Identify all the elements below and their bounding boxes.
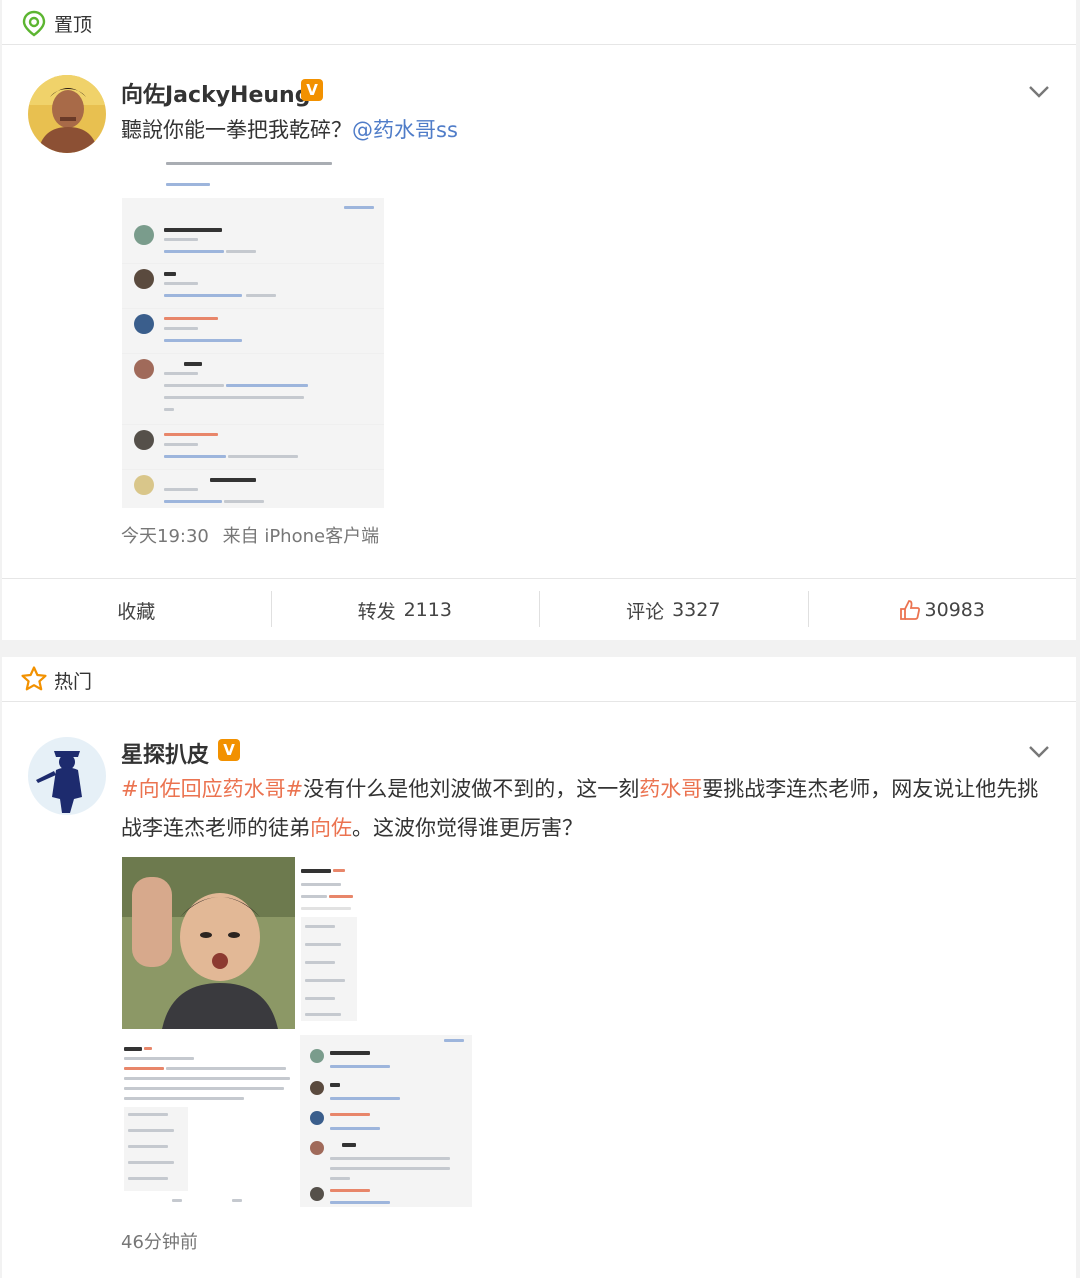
- author-name[interactable]: 星探扒皮: [121, 737, 209, 769]
- post-timestamp[interactable]: 46分钟前: [121, 1228, 198, 1254]
- author-avatar-image: [28, 737, 106, 815]
- favorite-button[interactable]: 收藏: [2, 579, 271, 641]
- chevron-down-icon[interactable]: [1027, 744, 1051, 760]
- avatar[interactable]: [28, 75, 106, 153]
- keyword-link[interactable]: 药水哥: [639, 777, 702, 801]
- post-meta: 今天19:30 来自 iPhone客户端: [121, 522, 379, 548]
- hot-section-header: 热门: [2, 657, 1076, 702]
- chevron-down-icon[interactable]: [1027, 84, 1051, 100]
- comment-label: 评论: [626, 600, 665, 623]
- author-avatar-image: [28, 75, 106, 153]
- post-text: #向佐回应药水哥#没有什么是他刘波做不到的，这一刻药水哥要挑战李连杰老师，网友说…: [121, 770, 1051, 848]
- star-icon: [21, 666, 47, 691]
- post-text: 聽說你能一拳把我乾碎？@药水哥ss: [121, 111, 1021, 150]
- comment-count: 3327: [672, 599, 721, 621]
- photo-image: [122, 857, 295, 1029]
- hot-section-label: 热门: [54, 671, 93, 693]
- favorite-label: 收藏: [117, 600, 156, 623]
- comment-button[interactable]: 评论 3327: [539, 579, 808, 641]
- post-image[interactable]: [297, 857, 361, 1025]
- verified-badge-icon: V: [301, 79, 323, 101]
- mention-link[interactable]: @药水哥ss: [352, 118, 458, 142]
- hashtag-link[interactable]: #向佐回应药水哥#: [121, 777, 303, 801]
- hot-post-card: 热门 星探扒皮 V #向佐回应药水哥#没有什么是他刘波做不到的，这一刻药水哥要挑…: [2, 657, 1076, 1278]
- thumbs-up-icon: [899, 600, 920, 620]
- post-timestamp[interactable]: 今天19:30: [121, 526, 209, 547]
- post-image[interactable]: [122, 857, 295, 1029]
- avatar[interactable]: [28, 737, 106, 815]
- pinned-post-card: 置顶 向佐JackyHeung V 聽說你能一拳把我乾碎？@药水哥ss 今天19…: [2, 0, 1076, 640]
- like-button[interactable]: 30983: [807, 579, 1077, 641]
- pin-location-icon: [22, 10, 46, 37]
- repost-count: 2113: [403, 599, 452, 621]
- author-name[interactable]: 向佐JackyHeung: [121, 77, 310, 109]
- verified-badge-icon: V: [218, 739, 240, 761]
- post-image[interactable]: [300, 1035, 472, 1207]
- post-action-bar: 收藏 转发 2113 评论 3327 30983: [2, 578, 1076, 641]
- pinned-section-header: 置顶: [2, 0, 1076, 45]
- post-image[interactable]: [122, 1037, 298, 1207]
- like-count: 30983: [924, 599, 985, 621]
- repost-label: 转发: [357, 600, 396, 623]
- post-text-part-3: 。这波你觉得谁更厉害？: [352, 816, 583, 840]
- keyword-link[interactable]: 向佐: [310, 816, 352, 840]
- post-source: 来自 iPhone客户端: [222, 526, 380, 547]
- pinned-section-label: 置顶: [54, 14, 93, 36]
- post-image[interactable]: [122, 152, 384, 508]
- repost-button[interactable]: 转发 2113: [270, 579, 540, 641]
- post-text-body: 聽說你能一拳把我乾碎？: [121, 118, 352, 142]
- post-text-part-1: 没有什么是他刘波做不到的，这一刻: [303, 777, 640, 801]
